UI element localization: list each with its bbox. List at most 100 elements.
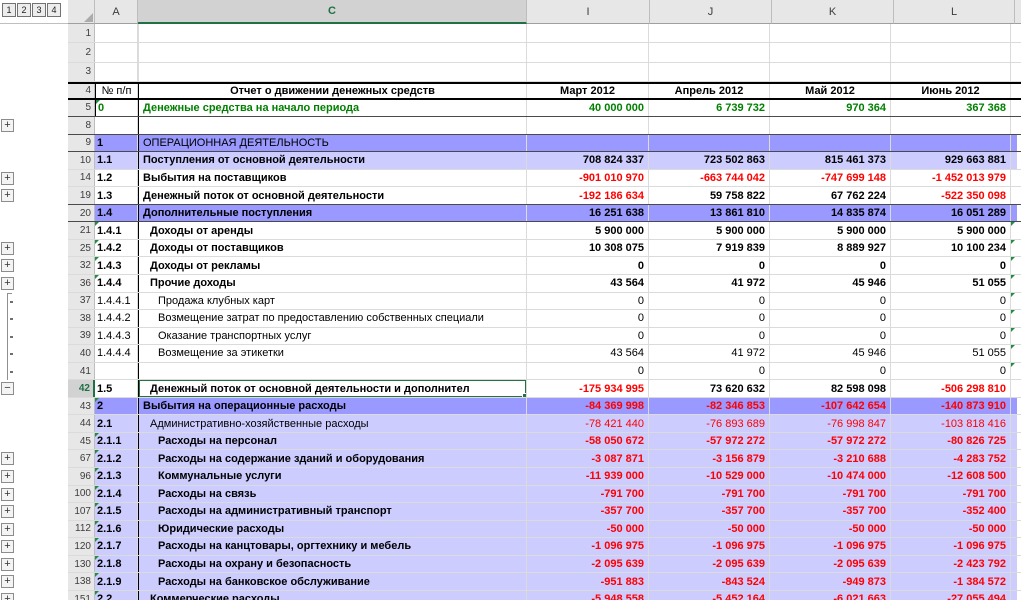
outline-expand-button-row-96[interactable]: + <box>1 470 14 483</box>
cell-A25[interactable]: 1.4.2 <box>95 240 138 257</box>
select-all-corner[interactable] <box>68 0 95 24</box>
cell-I96[interactable]: -11 939 000 <box>527 468 649 485</box>
cell-J43[interactable]: -82 346 853 <box>649 398 770 415</box>
cell-I100[interactable]: -791 700 <box>527 486 649 503</box>
cell-J1[interactable] <box>649 24 770 42</box>
cell-C32[interactable]: Доходы от рекламы <box>138 257 527 274</box>
cell-C130[interactable]: Расходы на охрану и безопасность <box>138 556 527 573</box>
cell-I40[interactable]: 43 564 <box>527 345 649 362</box>
cell-J10[interactable]: 723 502 863 <box>649 152 770 169</box>
column-header-L[interactable]: L <box>894 0 1015 24</box>
row-header-38[interactable]: 38 <box>68 310 95 327</box>
column-header-J[interactable]: J <box>650 0 772 24</box>
cell-J2[interactable] <box>649 43 770 61</box>
cell-L20[interactable]: 16 051 289 <box>891 205 1011 222</box>
row-header-21[interactable]: 21 <box>68 222 95 239</box>
column-header-I[interactable]: I <box>527 0 650 24</box>
cell-J45[interactable]: -57 972 272 <box>649 433 770 450</box>
cell-C25[interactable]: Доходы от поставщиков <box>138 240 527 257</box>
cell-I36[interactable]: 43 564 <box>527 275 649 292</box>
cell-A138[interactable]: 2.1.9 <box>95 573 138 590</box>
row-header-1[interactable]: 1 <box>68 24 95 42</box>
row-header-2[interactable]: 2 <box>68 43 95 61</box>
cell-M21-sliver[interactable] <box>1011 222 1017 239</box>
row-header-151[interactable]: 151 <box>68 591 95 600</box>
cell-K100[interactable]: -791 700 <box>770 486 891 503</box>
cell-C20[interactable]: Дополнительные поступления <box>138 205 527 222</box>
cell-K32[interactable]: 0 <box>770 257 891 274</box>
cell-J14[interactable]: -663 744 042 <box>649 170 770 187</box>
row-header-39[interactable]: 39 <box>68 328 95 345</box>
cell-L112[interactable]: -50 000 <box>891 521 1011 538</box>
cell-K96[interactable]: -10 474 000 <box>770 468 891 485</box>
cell-K130[interactable]: -2 095 639 <box>770 556 891 573</box>
cell-K138[interactable]: -949 873 <box>770 573 891 590</box>
cell-C5[interactable]: Денежные средства на начало периода <box>138 100 527 117</box>
cell-L39[interactable]: 0 <box>891 328 1011 345</box>
row-header-96[interactable]: 96 <box>68 468 95 485</box>
cell-K41[interactable]: 0 <box>770 363 891 380</box>
cell-L19[interactable]: -522 350 098 <box>891 187 1011 204</box>
cell-K21[interactable]: 5 900 000 <box>770 222 891 239</box>
cell-C9[interactable]: ОПЕРАЦИОННАЯ ДЕЯТЕЛЬНОСТЬ <box>138 135 527 152</box>
cell-I38[interactable]: 0 <box>527 310 649 327</box>
cell-K8[interactable] <box>770 117 891 134</box>
cell-K37[interactable]: 0 <box>770 293 891 310</box>
cell-C19[interactable]: Денежный поток от основной деятельности <box>138 187 527 204</box>
cell-L96[interactable]: -12 608 500 <box>891 468 1011 485</box>
cell-K151[interactable]: -6 021 663 <box>770 591 891 600</box>
cell-L14[interactable]: -1 452 013 979 <box>891 170 1011 187</box>
cell-A19[interactable]: 1.3 <box>95 187 138 204</box>
cell-L37[interactable]: 0 <box>891 293 1011 310</box>
cell-J40[interactable]: 41 972 <box>649 345 770 362</box>
cell-K67[interactable]: -3 210 688 <box>770 450 891 467</box>
cell-L130[interactable]: -2 423 792 <box>891 556 1011 573</box>
column-header-C[interactable]: C <box>138 0 527 24</box>
cell-A37[interactable]: 1.4.4.1 <box>95 293 138 310</box>
row-header-41[interactable]: 41 <box>68 363 95 380</box>
cell-L41[interactable]: 0 <box>891 363 1011 380</box>
cell-J151[interactable]: -5 452 164 <box>649 591 770 600</box>
cell-C151[interactable]: Коммерческие расходы <box>138 591 527 600</box>
cell-A43[interactable]: 2 <box>95 398 138 415</box>
cell-C21[interactable]: Доходы от аренды <box>138 222 527 239</box>
outline-expand-button-row-32[interactable]: + <box>1 259 14 272</box>
cell-I151[interactable]: -5 948 558 <box>527 591 649 600</box>
cell-A14[interactable]: 1.2 <box>95 170 138 187</box>
outline-expand-button-row-14[interactable]: + <box>1 172 14 185</box>
cell-K107[interactable]: -357 700 <box>770 503 891 520</box>
cell-M4-sliver[interactable] <box>1011 84 1017 98</box>
cell-I138[interactable]: -951 883 <box>527 573 649 590</box>
cell-L8[interactable] <box>891 117 1011 134</box>
cell-I32[interactable]: 0 <box>527 257 649 274</box>
cell-J5[interactable]: 6 739 732 <box>649 100 770 117</box>
outline-level-button-1[interactable]: 1 <box>2 3 16 17</box>
cell-M42-sliver[interactable] <box>1011 380 1017 397</box>
cell-K36[interactable]: 45 946 <box>770 275 891 292</box>
row-header-8[interactable]: 8 <box>68 117 95 134</box>
cell-C43[interactable]: Выбытия на операционные расходы <box>138 398 527 415</box>
cell-A112[interactable]: 2.1.6 <box>95 521 138 538</box>
cell-K43[interactable]: -107 642 654 <box>770 398 891 415</box>
cell-A41[interactable] <box>95 363 138 380</box>
outline-level-button-2[interactable]: 2 <box>17 3 31 17</box>
cell-J39[interactable]: 0 <box>649 328 770 345</box>
row-header-14[interactable]: 14 <box>68 170 95 187</box>
cell-A2[interactable] <box>95 43 138 61</box>
cell-J130[interactable]: -2 095 639 <box>649 556 770 573</box>
cell-M112-sliver[interactable] <box>1011 521 1017 538</box>
cell-K42[interactable]: 82 598 098 <box>770 380 891 397</box>
row-header-20[interactable]: 20 <box>68 205 95 222</box>
cell-I3[interactable] <box>527 63 649 81</box>
row-header-130[interactable]: 130 <box>68 556 95 573</box>
row-header-32[interactable]: 32 <box>68 257 95 274</box>
cell-L10[interactable]: 929 663 881 <box>891 152 1011 169</box>
outline-level-button-4[interactable]: 4 <box>47 3 61 17</box>
cell-I42[interactable]: -175 934 995 <box>527 380 649 397</box>
cell-M3-sliver[interactable] <box>1011 63 1017 81</box>
cell-A4[interactable]: № п/п <box>95 84 138 98</box>
cell-M14-sliver[interactable] <box>1011 170 1017 187</box>
cell-L38[interactable]: 0 <box>891 310 1011 327</box>
cell-K39[interactable]: 0 <box>770 328 891 345</box>
cell-J25[interactable]: 7 919 839 <box>649 240 770 257</box>
